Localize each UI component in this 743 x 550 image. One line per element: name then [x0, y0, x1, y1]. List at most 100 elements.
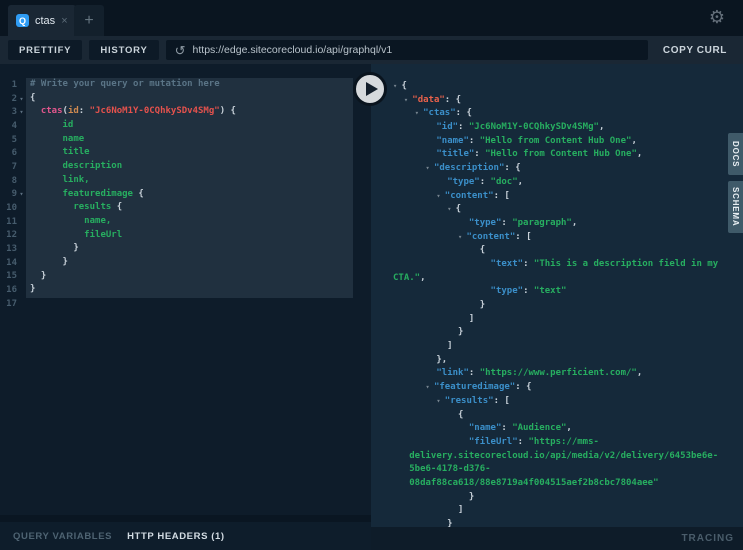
code-token-punc: : { — [504, 163, 521, 174]
code-line: ▾ "ctas": { — [389, 107, 743, 121]
fold-arrow-icon[interactable]: ▾ — [17, 108, 26, 116]
gutter-row: 6 — [0, 146, 26, 160]
code-line: ctas(id: "Jc6NoM1Y-0CQhkySDv4SMg") { — [26, 105, 359, 119]
line-number: 1 — [11, 79, 17, 90]
code-token-arr: ▾ — [436, 396, 445, 405]
line-number: 5 — [11, 134, 17, 145]
code-line: } — [389, 326, 743, 340]
code-token-val: "https://mms- — [528, 436, 599, 447]
code-token-key: "type" — [447, 176, 480, 187]
code-line: "type": "doc", — [389, 176, 743, 190]
tracing-toggle[interactable]: TRACING — [681, 533, 734, 544]
code-line: 08daf88ca618/88e8719a4f004515aef2b8cbc78… — [389, 477, 743, 491]
code-token-punc: ] — [393, 313, 475, 324]
query-editor-pane[interactable]: 1 2 ▾ 3 ▾ 4 5 6 7 8 9 ▾ 10 11 12 13 14 15 16 17 # Write you… — [0, 64, 371, 515]
code-token-punc: { — [30, 92, 36, 103]
code-line: "id": "Jc6NoM1Y-0CQhkySDv4SMg", — [389, 121, 743, 135]
code-line: { — [26, 92, 359, 106]
code-token-field: description — [30, 161, 123, 172]
new-tab-button[interactable]: + — [74, 5, 104, 36]
code-token-val: "text" — [533, 286, 567, 297]
code-token-field: fileUrl — [30, 229, 123, 240]
code-token-punc: { — [111, 202, 123, 213]
gutter-row: 2 ▾ — [0, 92, 26, 106]
graphql-playground-window: Q ctas × + ⚙ PRETTIFY HISTORY ↺ https://… — [0, 0, 743, 550]
gutter-row: 8 — [0, 174, 26, 188]
copy-curl-button[interactable]: COPY CURL — [655, 45, 735, 56]
code-token-punc — [393, 122, 436, 132]
code-token-punc: : — [501, 423, 513, 434]
code-token-punc — [393, 259, 491, 269]
bottom-panel-bar: QUERY VARIABLES HTTP HEADERS (1) — [0, 522, 371, 550]
code-token-field: results — [30, 202, 112, 213]
code-token-val: "Hello from Content Hub One" — [485, 149, 637, 160]
code-token-arr: ▾ — [447, 205, 456, 214]
code-token-punc: , — [636, 368, 643, 379]
query-variables-tab[interactable]: QUERY VARIABLES — [13, 531, 112, 542]
code-line: "type": "text" — [389, 285, 743, 299]
code-token-punc: , — [420, 272, 426, 283]
gutter-row: 14 — [0, 256, 26, 270]
code-line: ▾ { — [389, 203, 743, 217]
code-line: ▾ { — [389, 80, 743, 94]
code-token-punc: : { — [455, 108, 472, 119]
code-token-punc: } — [393, 519, 453, 527]
gutter-row: 5 — [0, 133, 26, 147]
fold-arrow-icon[interactable]: ▾ — [17, 95, 26, 103]
code-token-val: "Jc6NoM1Y-0CQhkySDv4SMg" — [468, 122, 599, 133]
code-token-punc — [393, 423, 469, 433]
reload-icon[interactable]: ↺ — [175, 44, 186, 57]
code-token-punc: : — [78, 106, 90, 117]
code-token-punc: }, — [393, 354, 448, 365]
execute-query-button[interactable] — [353, 72, 387, 106]
tab-ctas[interactable]: Q ctas × — [8, 5, 76, 36]
code-token-val: "doc" — [490, 176, 518, 187]
code-token-punc: : — [474, 149, 486, 160]
code-token-field: name, — [30, 215, 112, 226]
code-token-val: "Hello from Content Hub One" — [479, 135, 632, 146]
code-token-punc — [393, 136, 436, 146]
code-token-punc: , — [631, 135, 637, 146]
code-token-arr: ▾ — [425, 383, 434, 392]
gutter-row: 9 ▾ — [0, 188, 26, 202]
code-token-punc — [393, 204, 447, 214]
code-token-arr: ▾ — [425, 164, 434, 173]
code-token-root: ctas — [40, 106, 63, 117]
code-token-punc — [393, 396, 436, 406]
prettify-button[interactable]: PRETTIFY — [8, 40, 83, 60]
close-tab-icon[interactable]: × — [61, 15, 67, 27]
code-line: 5be6-4178-d376- — [389, 463, 743, 477]
code-token-key: "type" — [468, 217, 502, 228]
code-line: } — [389, 299, 743, 313]
code-line: link, — [26, 174, 359, 188]
code-line: { — [389, 409, 743, 423]
code-token-keyd: "data" — [412, 94, 445, 105]
history-button[interactable]: HISTORY — [89, 40, 159, 60]
code-token-punc — [393, 149, 436, 159]
line-number: 7 — [11, 161, 17, 172]
code-line: ▾ "featuredimage": { — [389, 381, 743, 395]
query-editor-code[interactable]: # Write your query or mutation here { cta… — [26, 78, 359, 311]
settings-gear-icon[interactable]: ⚙ — [709, 5, 725, 29]
schema-side-tab[interactable]: SCHEMA — [728, 181, 743, 233]
code-token-key: "link" — [436, 368, 469, 379]
docs-side-tab[interactable]: DOCS — [728, 133, 743, 175]
code-line: "link": "https://www.perficient.com/", — [389, 367, 743, 381]
response-pane[interactable]: ▾ { ▾ "data": { ▾ "ctas": { "id": "Jc6No… — [371, 64, 743, 527]
code-token-field: featuredimage — [30, 188, 133, 199]
code-token-punc: : — [468, 135, 480, 146]
code-token-punc: ] — [393, 341, 453, 352]
endpoint-url-input[interactable]: ↺ https://edge.sitecorecloud.io/api/grap… — [165, 40, 648, 60]
editor-bottom-divider — [0, 515, 371, 522]
http-headers-tab[interactable]: HTTP HEADERS (1) — [127, 531, 225, 542]
code-token-punc: ] — [393, 505, 464, 516]
fold-arrow-icon[interactable]: ▾ — [17, 190, 26, 198]
query-tab-icon: Q — [16, 14, 29, 27]
gutter-row: 7 — [0, 160, 26, 174]
gutter-row: 16 — [0, 283, 26, 297]
line-number: 11 — [6, 216, 17, 227]
code-line: ▾ "data": { — [389, 94, 743, 108]
line-number: 17 — [6, 298, 17, 309]
code-token-key: "text" — [490, 258, 524, 269]
code-token-punc: { — [393, 409, 464, 420]
